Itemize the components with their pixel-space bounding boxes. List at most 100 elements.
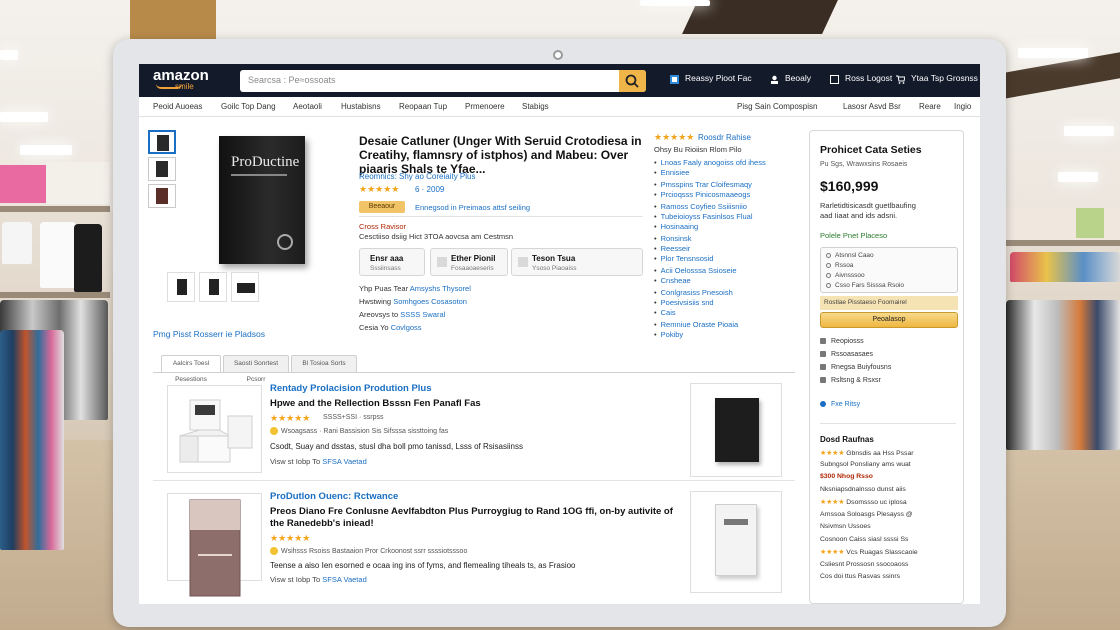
buybox-action[interactable]: Rsltsng & Rsxsr <box>820 377 881 384</box>
tab-results[interactable]: Aalcirs Toesl Pesestions <box>161 355 221 383</box>
radio-button[interactable] <box>826 263 831 268</box>
detail-link[interactable]: Somhgoes Cosasoton <box>393 297 467 306</box>
item-description: Teense a aiso Ien esorned e ocaa ing ins… <box>270 561 576 570</box>
star-rating: ★★★★★ <box>270 413 311 423</box>
category-link[interactable]: Goilc Top Dang <box>221 102 276 111</box>
category-link[interactable]: Lasosr Asvd Bsr <box>843 102 901 111</box>
item-more-link[interactable]: Visw st Iobp To SFSA Vaetad <box>270 457 367 466</box>
category-navigation: Peoid Auoeas Goilc Top Dang Aeotaoli Hus… <box>139 97 980 117</box>
feature-bullet[interactable]: Cnsheae <box>654 276 691 285</box>
product-thumbnail[interactable] <box>148 184 176 208</box>
feature-bullet[interactable]: Poesivsisiis snd <box>654 298 714 307</box>
gift-icon <box>820 364 826 371</box>
product-thumbnail[interactable] <box>148 130 176 154</box>
category-link[interactable]: Ingio <box>954 102 971 111</box>
item-image[interactable] <box>167 385 262 473</box>
feature-bullet[interactable]: Pokiby <box>654 330 684 339</box>
radio-button[interactable] <box>826 253 831 258</box>
side-price: $300 Nhog Rsso <box>820 473 873 480</box>
category-link[interactable]: Pisg Sain Compospisn <box>737 102 817 111</box>
category-link[interactable]: Peoid Auoeas <box>153 102 202 111</box>
ceiling-light <box>0 112 48 122</box>
buybox-link[interactable]: Fxe Ritsy <box>820 401 860 408</box>
feature-bullet[interactable]: Ramoss Coyfieo Ssiiisniio <box>654 202 747 211</box>
list-item[interactable]: Rentady Prolacision Prodution Plus Hpwe … <box>153 377 795 481</box>
feature-bullet[interactable]: Lnoas Faaly anogoiss ofd ihess <box>654 158 766 167</box>
radio-button[interactable] <box>826 283 831 288</box>
nav-item-logout[interactable]: Ross Logost <box>845 73 892 83</box>
delivery-info: Cesctiiso dsiig Hict 3TOA aovcsa am Cest… <box>359 232 514 241</box>
star-rating[interactable]: ★★★★★ <box>359 184 399 195</box>
variant-thumbnail[interactable] <box>199 272 227 302</box>
garment-rack <box>1006 300 1120 450</box>
feature-bullet[interactable]: Tubeioioyss Fasinlsos Flual <box>654 212 753 221</box>
feature-bullet[interactable]: Cais <box>654 308 676 317</box>
detail-row: Areovsys to SSSS Swaral <box>359 310 446 319</box>
category-link[interactable]: Prmenoere <box>465 102 505 111</box>
review-link[interactable]: Roosdr Rahise <box>698 133 751 142</box>
item-side-image[interactable] <box>690 491 782 593</box>
side-text: ★★★★ Gbnsdis aa Hss Pssar <box>820 450 914 457</box>
detail-link[interactable]: Covlgoss <box>391 323 422 332</box>
feature-bullet[interactable]: Conlgrasiss Pnesoish <box>654 288 733 297</box>
item-title-link[interactable]: ProDutlon Ouenc: Rctwance <box>270 491 398 502</box>
ceiling-light <box>20 145 72 155</box>
ceiling-light <box>1064 126 1114 136</box>
buybox-subtitle: Pu Sgs, Wrawxsins Rosaeis <box>820 161 908 168</box>
format-option[interactable]: Teson Tsua Ysoso Piaoaiss <box>511 248 643 276</box>
buybox-action[interactable]: Rnegsa Buiyfousns <box>820 364 891 371</box>
item-side-image[interactable] <box>690 383 782 477</box>
feature-bullet[interactable]: Ennisiee <box>654 168 690 177</box>
feature-bullet[interactable]: Remniue Oraste Pioaia <box>654 320 739 329</box>
detail-link[interactable]: SSSS Swaral <box>400 310 445 319</box>
nav-item-offers[interactable]: Reassy Pioot Fac <box>685 73 752 83</box>
feature-bullet[interactable]: Pmsspins Trar Cloifesmaqy <box>654 180 752 189</box>
product-brand-link[interactable]: Reomnics: Shy ao Coreiaity Plus <box>359 172 476 181</box>
feature-bullet[interactable]: Plor Tensnsosid <box>654 254 714 263</box>
badge-category-link[interactable]: Ennegsod in Preimaos attsf seiling <box>415 203 530 212</box>
feature-bullet[interactable]: Ronsinsk <box>654 234 692 243</box>
category-link[interactable]: Stabigs <box>522 102 549 111</box>
tab-filter[interactable]: Bl Tosioa Sorts <box>291 355 357 372</box>
related-products-link[interactable]: Pmg Pisst Rosserr ie Pladsos <box>153 329 265 339</box>
feature-bullet[interactable]: Reesseir <box>654 244 691 253</box>
nav-item-beauty[interactable]: Beoaly <box>785 73 811 83</box>
ceiling-light <box>1018 48 1088 58</box>
format-option[interactable]: Ether Pionil Fosaaoaeseris <box>430 248 508 276</box>
garment <box>74 224 102 292</box>
store-sign <box>1076 208 1104 238</box>
feature-bullet[interactable]: Prcioqsss Pinicosmaaeogs <box>654 190 751 199</box>
variant-thumbnail[interactable] <box>231 272 259 302</box>
category-link[interactable]: Reare <box>919 102 941 111</box>
format-option[interactable]: Ensr aaa Sssiinsass <box>359 248 425 276</box>
list-item[interactable]: ProDutlon Ouenc: Rctwance Preos Diano Fr… <box>153 485 795 597</box>
add-to-cart-button[interactable]: Peoalasop <box>820 312 958 328</box>
account-icon <box>830 75 839 84</box>
search-input[interactable]: Searcsa : Pe≈ossoats <box>240 70 646 92</box>
item-image[interactable] <box>167 493 262 597</box>
category-link[interactable]: Hustabisns <box>341 102 381 111</box>
buybox-action[interactable]: Reopiosss <box>820 338 864 345</box>
product-thumbnail[interactable] <box>148 157 176 181</box>
detail-link[interactable]: Amsyshs Thysorel <box>410 284 471 293</box>
item-more-link[interactable]: Visw st Iobp To SFSA Vaetad <box>270 575 367 584</box>
buybox-action[interactable]: Rssoasasaes <box>820 351 873 358</box>
side-text: Cos doi ttus Rasvas ssinrs <box>820 573 901 580</box>
category-link[interactable]: Aeotaoli <box>293 102 322 111</box>
variant-thumbnail[interactable] <box>167 272 195 302</box>
item-badge: Wsihsss Rsoiss Bastaaion Pror Crkoonost … <box>270 547 467 555</box>
bestseller-badge: Beeaour <box>359 201 405 213</box>
feature-bullet[interactable]: Acii Oelosssa Ssioseie <box>654 266 737 275</box>
product-main-image[interactable]: ProDuctine <box>219 136 305 264</box>
tab-sort[interactable]: Saosti Sonrtest Pcsorr <box>223 355 289 383</box>
star-rating: ★★★★ <box>820 450 845 457</box>
rating-count[interactable]: 6 · 2009 <box>415 185 444 194</box>
feature-bullet[interactable]: Hosinaaing <box>654 222 699 231</box>
site-logo[interactable]: amazon <box>153 68 209 83</box>
gift-icon <box>670 75 679 84</box>
radio-button[interactable] <box>826 273 831 278</box>
category-link[interactable]: Reopaan Tup <box>399 102 447 111</box>
item-title-link[interactable]: Rentady Prolacision Prodution Plus <box>270 383 432 394</box>
search-button[interactable] <box>619 70 646 92</box>
nav-item-cart[interactable]: Ytaa Tsp Grosnss <box>911 73 978 83</box>
